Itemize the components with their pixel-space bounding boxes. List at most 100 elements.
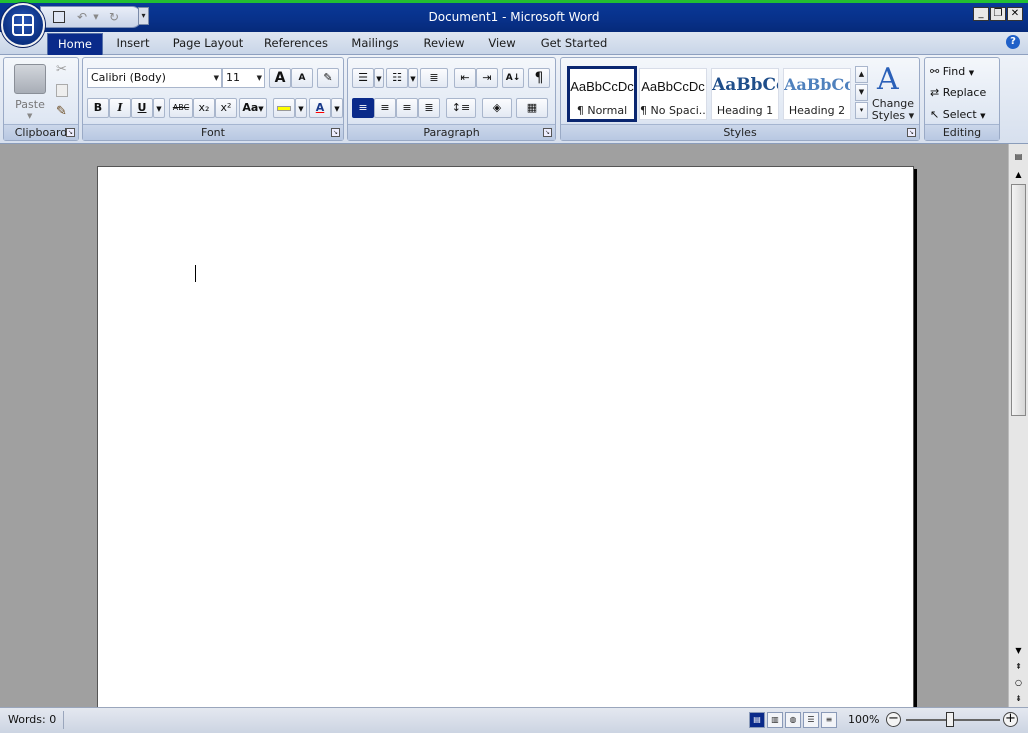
highlight-dropdown-icon[interactable]: ▼ [295, 98, 307, 118]
numbering-dropdown-icon[interactable]: ▼ [408, 68, 418, 88]
replace-button[interactable]: ⇄ Replace [929, 83, 999, 103]
paste-label[interactable]: Paste [10, 98, 50, 111]
clear-formatting-icon[interactable]: ✎ [317, 68, 339, 88]
web-layout-view-icon[interactable]: ◍ [785, 712, 801, 728]
previous-page-icon[interactable]: ⇞ [1011, 660, 1026, 673]
select-dropdown-icon: ▼ [980, 112, 986, 120]
window-title: Document1 - Microsoft Word [428, 10, 600, 24]
save-icon[interactable] [53, 11, 65, 23]
superscript-button[interactable]: x² [215, 98, 237, 118]
document-area[interactable] [0, 144, 1008, 707]
style-heading-2-name: Heading 2 [788, 104, 846, 117]
select-browse-object-icon[interactable]: ○ [1011, 676, 1026, 689]
restore-button[interactable]: ❐ [990, 7, 1006, 21]
borders-icon[interactable]: ▦ [516, 98, 548, 118]
bullets-dropdown-icon[interactable]: ▼ [374, 68, 384, 88]
font-color-button[interactable]: A [309, 98, 331, 118]
minimize-button[interactable]: _ [973, 7, 989, 21]
style-heading-2[interactable]: AaBbCc Heading 2 [783, 68, 851, 120]
bold-button[interactable]: B [87, 98, 109, 118]
shading-icon[interactable]: ◈ [482, 98, 512, 118]
align-center-icon[interactable]: ≡ [374, 98, 396, 118]
vertical-scrollbar[interactable]: ▤ ▲ ▼ ⇞ ○ ⇟ [1008, 144, 1028, 707]
copy-icon[interactable] [56, 84, 68, 97]
sort-icon[interactable]: A↓ [502, 68, 524, 88]
close-button[interactable]: ✕ [1007, 7, 1023, 21]
editing-group-label: Editing [925, 124, 999, 140]
change-case-button[interactable]: Aa▼ [239, 98, 267, 118]
clipboard-launcher-icon[interactable]: ↘ [66, 128, 75, 137]
align-left-icon[interactable]: ≡ [352, 98, 374, 118]
bullets-icon[interactable]: ☰ [352, 68, 374, 88]
subscript-button[interactable]: x₂ [193, 98, 215, 118]
style-no-spacing[interactable]: AaBbCcDc ¶ No Spaci... [639, 68, 707, 120]
help-icon[interactable]: ? [1006, 35, 1020, 49]
line-spacing-icon[interactable]: ↕≡ [446, 98, 476, 118]
tab-view[interactable]: View [483, 36, 521, 53]
font-size-combo[interactable]: 11 ▼ [222, 68, 265, 88]
tab-references[interactable]: References [260, 36, 332, 53]
paragraph-launcher-icon[interactable]: ↘ [543, 128, 552, 137]
show-marks-button[interactable]: ¶ [528, 68, 550, 88]
tab-insert[interactable]: Insert [110, 36, 156, 53]
find-button[interactable]: ⚯ Find ▼ [929, 62, 997, 82]
numbering-icon[interactable]: ☷ [386, 68, 408, 88]
tab-home[interactable]: Home [47, 33, 103, 55]
ruler-toggle-icon[interactable]: ▤ [1011, 150, 1026, 163]
style-normal-sample: AaBbCcDc [570, 79, 634, 94]
strikethrough-button[interactable]: ABC [169, 98, 193, 118]
next-page-icon[interactable]: ⇟ [1011, 692, 1026, 705]
zoom-slider-thumb[interactable] [946, 712, 954, 727]
font-color-dropdown-icon[interactable]: ▼ [331, 98, 343, 118]
tab-review[interactable]: Review [419, 36, 469, 53]
chevron-down-icon[interactable]: ▼ [257, 69, 262, 87]
font-name-combo[interactable]: Calibri (Body) ▼ [87, 68, 222, 88]
change-styles-button[interactable]: Change Styles ▾ [867, 98, 919, 122]
italic-button[interactable]: I [109, 98, 131, 118]
zoom-level[interactable]: 100% [848, 713, 879, 726]
select-button[interactable]: ↖ Select ▼ [929, 105, 999, 125]
tab-page-layout[interactable]: Page Layout [170, 36, 246, 53]
zoom-out-icon[interactable]: − [886, 712, 901, 727]
scroll-thumb[interactable] [1011, 184, 1026, 416]
tab-mailings[interactable]: Mailings [346, 36, 404, 53]
scroll-up-icon[interactable]: ▲ [1011, 168, 1026, 181]
styles-scroll-up-icon[interactable]: ▲ [855, 66, 868, 83]
zoom-in-icon[interactable]: + [1003, 712, 1018, 727]
word-count[interactable]: Words: 0 [8, 713, 56, 726]
document-page[interactable] [97, 166, 914, 707]
style-no-spacing-sample: AaBbCcDc [641, 79, 705, 94]
print-layout-view-icon[interactable]: ▤ [749, 712, 765, 728]
chevron-down-icon[interactable]: ▼ [214, 69, 219, 87]
grow-font-button[interactable]: A [269, 68, 291, 88]
paste-icon[interactable] [14, 64, 46, 94]
styles-launcher-icon[interactable]: ↘ [907, 128, 916, 137]
undo-icon[interactable]: ↶ [75, 10, 89, 24]
increase-indent-icon[interactable]: ⇥ [476, 68, 498, 88]
undo-dropdown-icon[interactable]: ▼ [89, 10, 103, 24]
draft-view-icon[interactable]: ≡ [821, 712, 837, 728]
underline-dropdown-icon[interactable]: ▼ [153, 98, 165, 118]
highlight-icon[interactable] [273, 98, 295, 118]
align-right-icon[interactable]: ≡ [396, 98, 418, 118]
underline-button[interactable]: U [131, 98, 153, 118]
office-button[interactable] [1, 3, 45, 47]
status-divider [63, 711, 64, 729]
paste-dropdown-icon[interactable]: ▼ [27, 112, 32, 120]
redo-icon[interactable]: ↻ [107, 10, 121, 24]
shrink-font-button[interactable]: A [291, 68, 313, 88]
justify-icon[interactable]: ≣ [418, 98, 440, 118]
font-launcher-icon[interactable]: ↘ [331, 128, 340, 137]
style-normal[interactable]: AaBbCcDc ¶ Normal [567, 66, 637, 122]
multilevel-list-icon[interactable]: ≣ [420, 68, 448, 88]
cut-icon[interactable]: ✂ [56, 62, 67, 77]
style-heading-1[interactable]: AaBbCc Heading 1 [711, 68, 779, 120]
tab-get-started[interactable]: Get Started [537, 36, 611, 53]
format-painter-icon[interactable]: ✎ [56, 104, 67, 119]
decrease-indent-icon[interactable]: ⇤ [454, 68, 476, 88]
scroll-down-icon[interactable]: ▼ [1011, 644, 1026, 657]
customize-quick-access-icon[interactable]: ▾ [138, 7, 149, 25]
change-styles-icon[interactable]: A [877, 62, 899, 97]
outline-view-icon[interactable]: ☰ [803, 712, 819, 728]
full-screen-reading-view-icon[interactable]: ▥ [767, 712, 783, 728]
